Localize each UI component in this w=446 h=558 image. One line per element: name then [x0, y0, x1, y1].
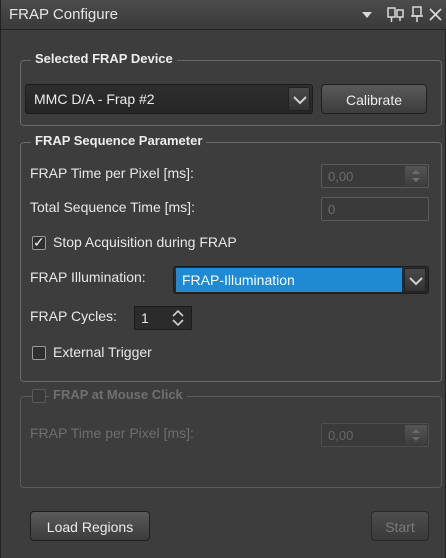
spinner-icon[interactable] [167, 308, 189, 333]
stop-acquisition-label: Stop Acquisition during FRAP [53, 234, 237, 250]
illumination-label: FRAP Illumination: [30, 269, 146, 285]
device-combo[interactable]: MMC D/A - Frap #2 [25, 84, 313, 114]
cycles-label: FRAP Cycles: [30, 308, 117, 324]
calibrate-button[interactable]: Calibrate [321, 84, 427, 114]
illumination-combo-value: FRAP-Illumination [176, 268, 402, 292]
start-button[interactable]: Start [371, 511, 429, 541]
pin-icon[interactable] [411, 4, 423, 30]
selected-device-legend: Selected FRAP Device [31, 51, 177, 66]
spinner-icon [405, 425, 427, 445]
sequence-parameter-legend: FRAP Sequence Parameter [31, 133, 207, 148]
mouse-click-checkbox[interactable] [32, 389, 46, 403]
cycles-value: 1 [141, 310, 149, 326]
mouse-time-per-pixel-spinbox: 0,00 [321, 423, 429, 447]
time-per-pixel-label: FRAP Time per Pixel [ms]: [30, 165, 194, 181]
external-trigger-label: External Trigger [53, 344, 152, 360]
mouse-time-per-pixel-label: FRAP Time per Pixel [ms]: [30, 425, 194, 441]
title-bar: FRAP Configure [1, 0, 446, 30]
total-sequence-time-label: Total Sequence Time [ms]: [30, 199, 195, 215]
float-window-icon[interactable] [387, 4, 405, 30]
checkmark-icon: ✓ [33, 234, 45, 250]
total-sequence-time-field: 0 [321, 197, 429, 221]
device-combo-value: MMC D/A - Frap #2 [34, 91, 155, 107]
dropdown-arrow-icon[interactable] [361, 4, 373, 30]
stop-acquisition-checkbox[interactable]: ✓ [32, 234, 46, 250]
load-regions-button[interactable]: Load Regions [30, 511, 150, 541]
time-per-pixel-spinbox: 0,00 [321, 164, 429, 188]
time-per-pixel-value: 0,00 [328, 169, 354, 184]
close-icon[interactable] [429, 4, 443, 30]
mouse-time-per-pixel-value: 0,00 [328, 428, 354, 443]
cycles-spinbox[interactable]: 1 [134, 306, 192, 330]
spinner-icon [405, 166, 427, 186]
chevron-down-icon[interactable] [404, 268, 426, 292]
illumination-combo[interactable]: FRAP-Illumination [173, 266, 429, 294]
mouse-click-legend: FRAP at Mouse Click [49, 387, 187, 402]
window-title: FRAP Configure [9, 6, 118, 23]
frap-configure-panel: FRAP Configure Selected FRAP Device MMC … [0, 0, 446, 558]
external-trigger-checkbox[interactable] [32, 346, 46, 360]
chevron-down-icon[interactable] [288, 87, 310, 111]
total-sequence-time-value: 0 [328, 202, 336, 217]
